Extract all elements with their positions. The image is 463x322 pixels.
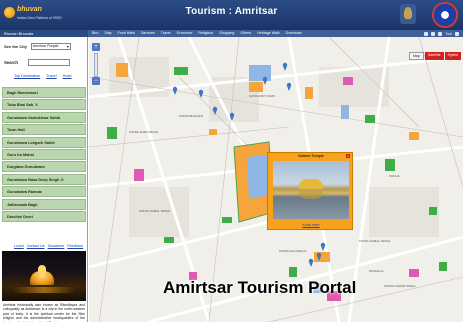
zoom-out-button[interactable]: − xyxy=(92,77,100,85)
list-item[interactable]: Bagh Rameswori xyxy=(2,87,86,98)
help-icon[interactable] xyxy=(455,31,459,36)
popup-temple-reflection xyxy=(299,191,323,199)
list-item[interactable]: Gurudwara Lohgarh Sahib xyxy=(2,136,86,148)
popup-title: Golden Temple xyxy=(298,154,324,158)
menu-item-travel[interactable]: Travel xyxy=(161,30,171,37)
city-description: Amritsar historically also known as Rāmd… xyxy=(3,303,85,322)
menu-item-shopping[interactable]: Shopping xyxy=(219,30,234,37)
map-marker-icon[interactable] xyxy=(198,89,204,98)
pan-icon[interactable] xyxy=(424,31,429,36)
state-emblem-icon xyxy=(400,4,416,24)
menu-item-economic[interactable]: Economic xyxy=(177,30,193,37)
link-contact-us[interactable]: Contact Us xyxy=(27,244,45,248)
menu-bar: Bhuvan Bhuvala Bird Stay Food Halts Serv… xyxy=(0,30,463,37)
menu-item-services[interactable]: Services xyxy=(141,30,155,37)
area-label: KATRA MOTI RAM xyxy=(249,94,275,98)
link-feedback[interactable]: Feedback xyxy=(67,244,83,248)
menu-item-others[interactable]: Others xyxy=(240,30,251,37)
link-top-destination[interactable]: Top Destination xyxy=(14,74,40,78)
menu-item-bird[interactable]: Bird xyxy=(92,30,98,37)
list-item[interactable]: Tuba Bhai Sab. X xyxy=(2,99,86,111)
header-bar: bhuvan Indian Geo-Platform of ISRO Touri… xyxy=(0,0,463,30)
search-input[interactable] xyxy=(27,59,70,66)
measure-icon[interactable] xyxy=(431,31,436,36)
list-item[interactable]: Guru Ka Mahal xyxy=(2,148,86,160)
tool-label[interactable]: Tool xyxy=(445,32,452,36)
photo-reflection xyxy=(12,287,76,293)
poi-list: Bagh Rameswori Tuba Bhai Sab. X Gurudwar… xyxy=(2,87,86,223)
search-row: Search xyxy=(4,59,70,66)
top-menu: Bird Stay Food Halts Services Travel Eco… xyxy=(92,30,302,37)
list-item[interactable]: Durgiana Gurudwara xyxy=(2,161,86,173)
map-marker-icon[interactable] xyxy=(172,86,178,95)
map-marker-icon[interactable] xyxy=(286,82,292,91)
page-title: Tourism : Amritsar xyxy=(185,6,278,17)
photo-dome xyxy=(38,265,46,273)
link-disclaimer[interactable]: Disclaimer xyxy=(48,244,65,248)
area-label: KATRA JAIMAL SINGH xyxy=(139,209,170,213)
area-label: KATRA BHAGIAN xyxy=(179,114,203,118)
zoom-in-button[interactable]: + xyxy=(92,43,100,51)
photo-temple xyxy=(30,271,54,285)
list-item[interactable]: Darshini Deori xyxy=(2,210,86,222)
zoom-control: + − xyxy=(92,43,102,87)
map-marker-icon[interactable] xyxy=(282,62,288,71)
area-label: KATRA KARAM SINGH xyxy=(384,284,415,288)
list-item[interactable]: Gurudwara Ramsar xyxy=(2,186,86,198)
area-label: KUCHA xyxy=(389,174,400,178)
map-type-tabs: Map Satellite Hybrid xyxy=(408,52,461,60)
list-item[interactable]: Town Hall xyxy=(2,124,86,136)
map-marker-icon[interactable] xyxy=(308,258,314,267)
city-selector-row: See the City Amritsar Punjab xyxy=(4,43,71,50)
sidebar: See the City Amritsar Punjab Search Top … xyxy=(0,37,88,322)
golden-temple-photo xyxy=(2,251,86,301)
tab-map[interactable]: Map xyxy=(408,52,424,60)
toolbar: Tool xyxy=(424,30,459,37)
area-label: KATRA SHER SINGH xyxy=(129,130,158,134)
category-links: Top Destination Travel Hotel xyxy=(14,74,71,78)
close-icon[interactable]: x xyxy=(346,154,350,158)
list-item[interactable]: Gurudwara Baba Deep Singh Ji xyxy=(2,173,86,185)
map-marker-icon[interactable] xyxy=(262,76,268,85)
portal-title-overlay: Amirtsar Tourism Portal xyxy=(163,278,357,297)
area-label: KATRA JAIMAL SINGH xyxy=(359,239,390,243)
area-label: KATRA AHLUWALIA xyxy=(279,249,307,253)
menu-item-download[interactable]: Download xyxy=(286,30,302,37)
menu-item-food-halts[interactable]: Food Halts xyxy=(118,30,135,37)
popup-temple xyxy=(299,179,323,189)
zoom-slider[interactable] xyxy=(94,53,98,77)
link-travel[interactable]: Travel xyxy=(46,74,56,78)
area-label: MOHALLA xyxy=(369,269,383,273)
menu-item-religious[interactable]: Religious xyxy=(198,30,213,37)
print-icon[interactable] xyxy=(438,31,443,36)
menu-item-heritage-walk[interactable]: Heritage Walk xyxy=(257,30,279,37)
link-loved[interactable]: Loved xyxy=(14,244,24,248)
city-select[interactable]: Amritsar Punjab xyxy=(30,43,71,50)
city-label: See the City xyxy=(4,44,27,49)
tab-hybrid[interactable]: Hybrid xyxy=(444,52,461,60)
popup-image xyxy=(273,161,349,219)
search-label: Search xyxy=(4,60,18,65)
footer-links: Loved Contact Us Disclaimer Feedback xyxy=(14,244,83,248)
map-marker-icon[interactable] xyxy=(320,242,326,251)
list-item[interactable]: Jallianwala Bagh xyxy=(2,198,86,210)
info-popup: Golden Temple x Know more xyxy=(267,152,353,230)
isro-logo-icon xyxy=(432,2,458,28)
menu-item-stay[interactable]: Stay xyxy=(104,30,111,37)
list-item[interactable]: Gurudwara Santokhsar Sahib xyxy=(2,111,86,123)
tab-satellite[interactable]: Satellite xyxy=(424,52,444,60)
brand-tab: Bhuvan Bhuvala xyxy=(0,30,88,37)
link-hotel[interactable]: Hotel xyxy=(63,74,72,78)
popup-know-more-link[interactable]: Know more xyxy=(268,223,354,227)
